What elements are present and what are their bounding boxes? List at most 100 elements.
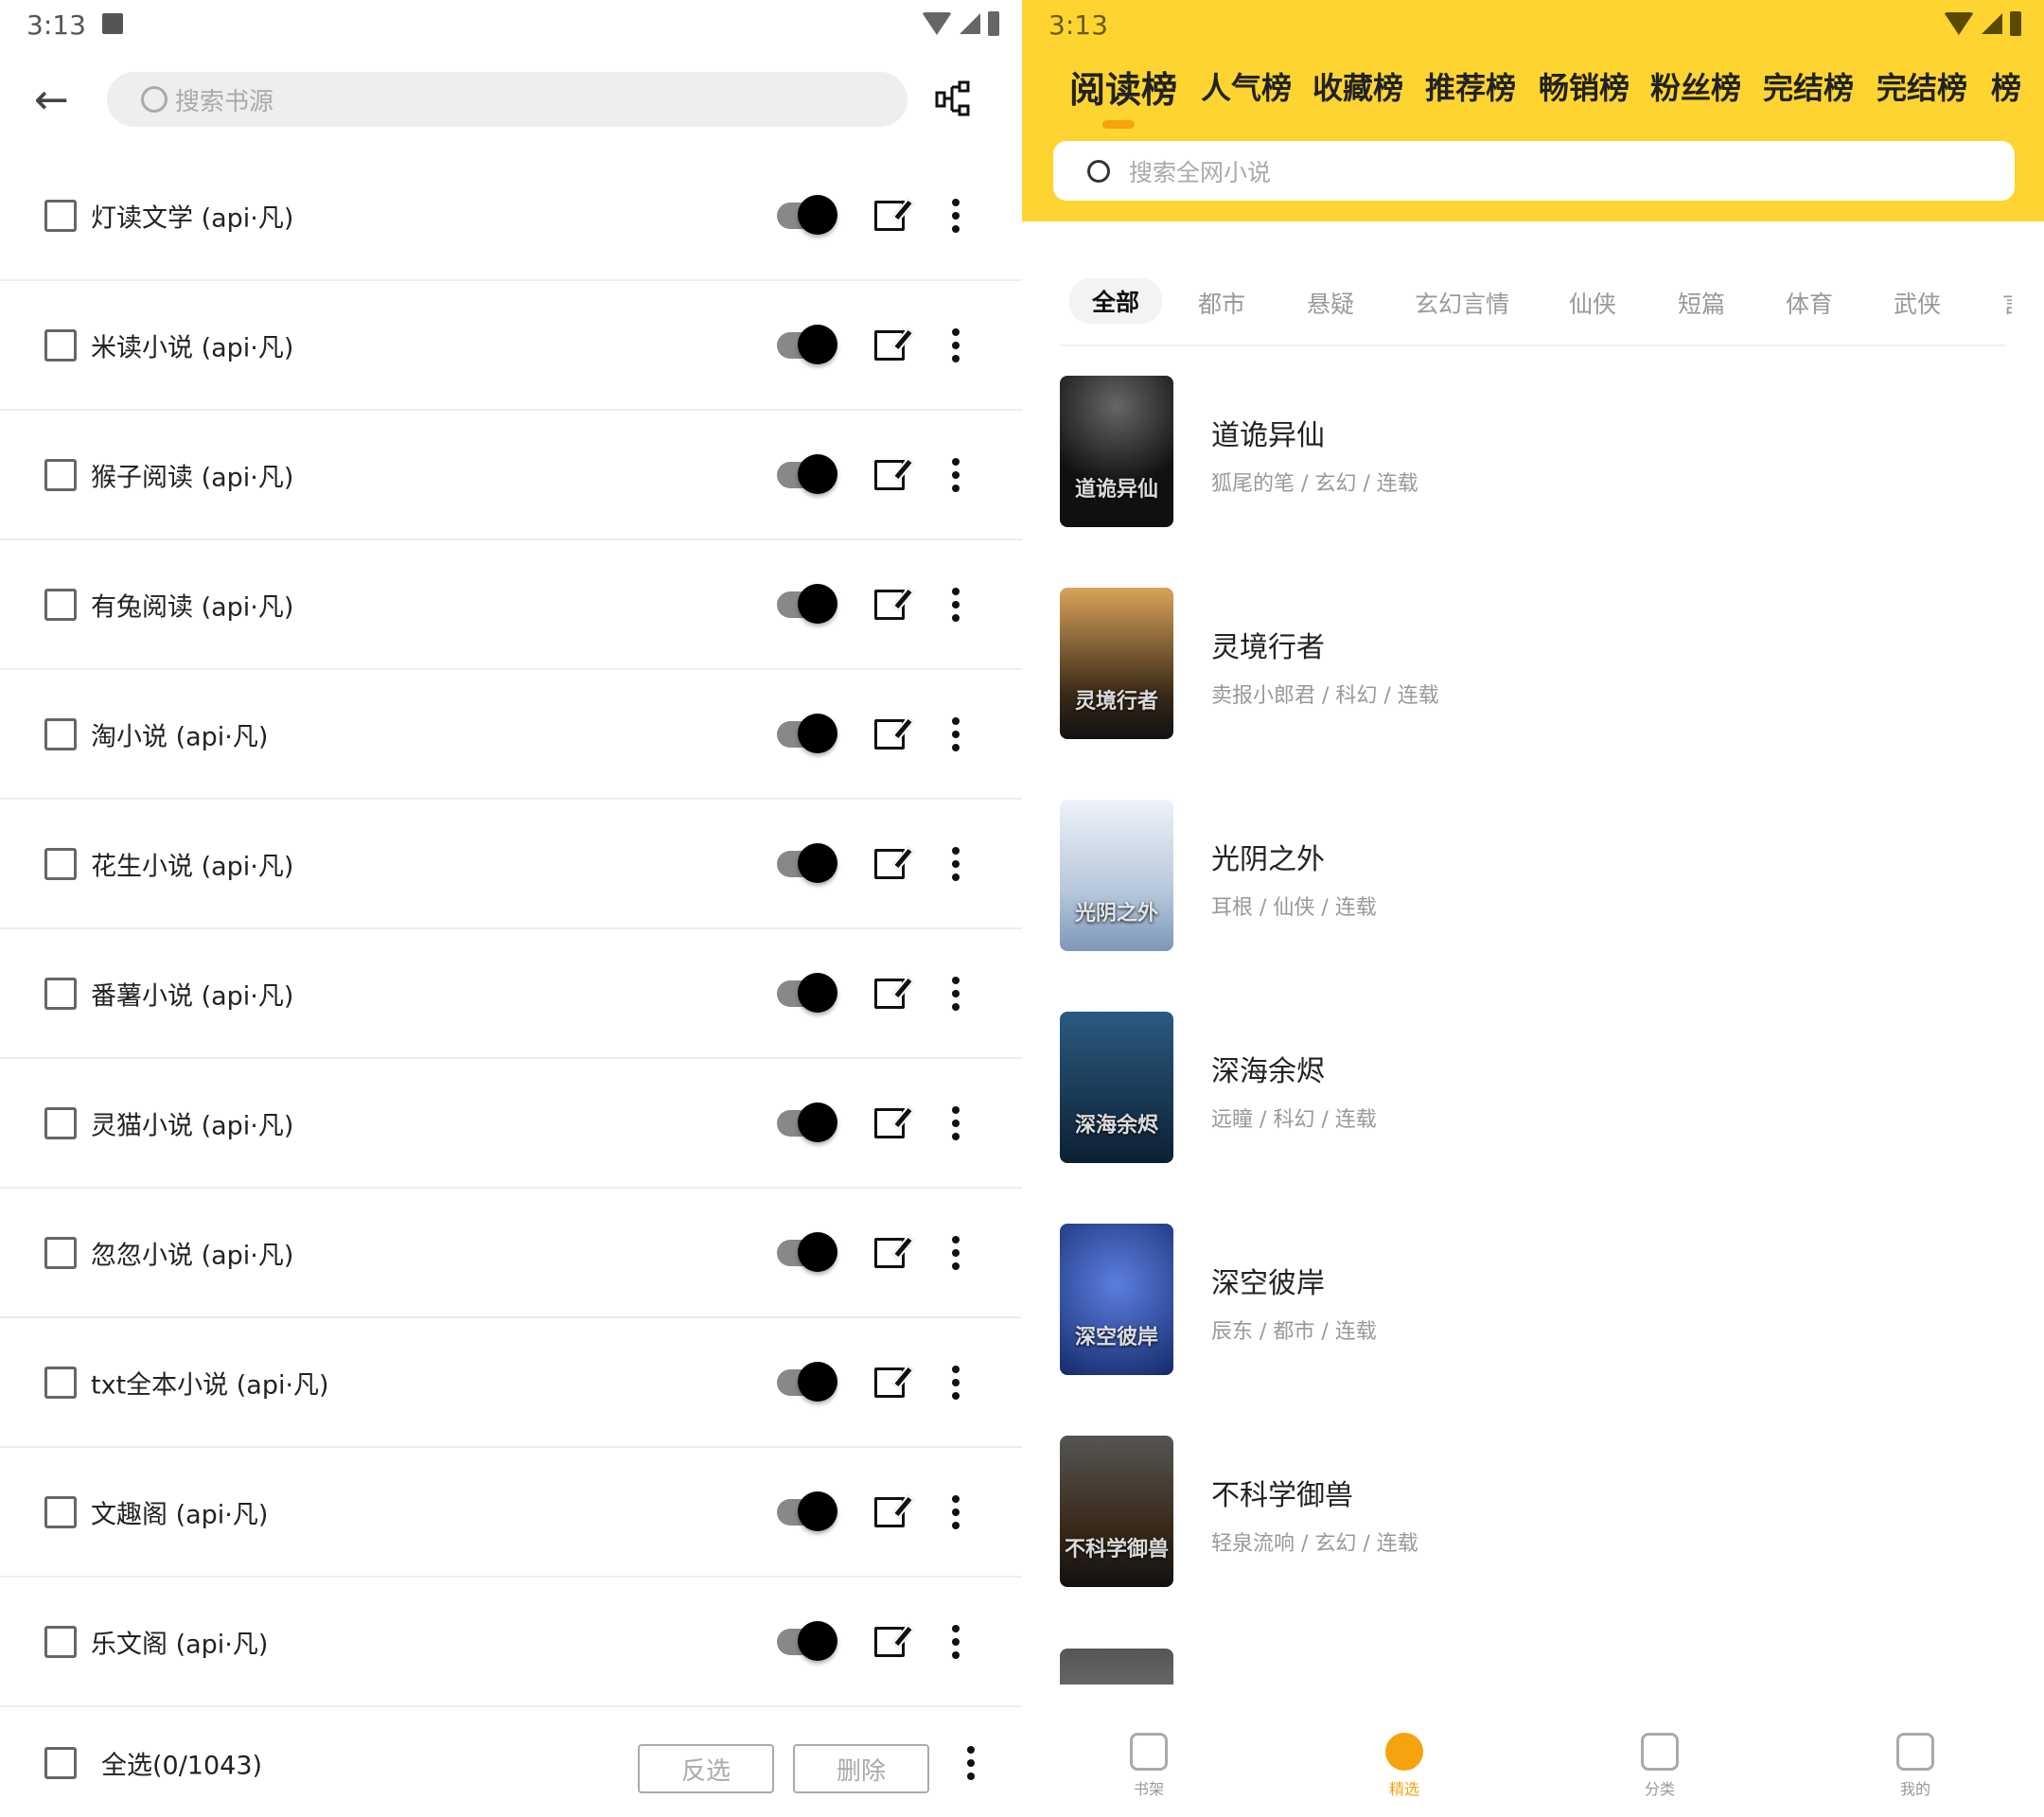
nav-item[interactable]: 我的 [1868,1733,1963,1799]
source-checkbox[interactable] [44,328,77,362]
edit-icon[interactable] [874,1496,905,1527]
category-tab[interactable]: 言 [2002,286,2012,320]
rank-tab[interactable]: 完结榜 [1877,64,1967,108]
edit-icon[interactable] [874,1237,905,1268]
category-tab[interactable]: 玄幻言情 [1415,286,1509,320]
delete-button[interactable]: 删除 [793,1744,929,1793]
source-checkbox[interactable] [44,1366,77,1399]
category-tab[interactable]: 都市 [1198,286,1245,320]
source-search-input[interactable]: 搜索书源 [107,72,907,127]
source-row[interactable]: 猴子阅读 (api·凡) [0,411,1022,540]
category-tab[interactable]: 全部 [1069,278,1163,324]
bookstore: 3:13 阅读榜 人气榜 收藏榜 推荐榜 畅销榜 粉丝榜 完结榜 完结榜榜 搜索全网小说 全部… [1022,0,2044,1817]
book-item[interactable]: 深海余烬 深海余烬 远瞳 / 科幻 / 连载 [1060,1012,2006,1163]
edit-icon[interactable] [874,1107,905,1138]
more-icon[interactable] [952,976,960,1011]
source-checkbox[interactable] [44,588,77,621]
group-tree-icon[interactable] [935,79,973,117]
source-enable-toggle[interactable] [777,1231,837,1272]
source-enable-toggle[interactable] [777,453,837,494]
source-row[interactable]: 淘小说 (api·凡) [0,670,1022,800]
rank-tab[interactable]: 榜 [1991,64,2021,108]
rank-tab[interactable]: 收藏榜 [1313,64,1403,108]
category-tab[interactable]: 武侠 [1894,286,1941,320]
book-item[interactable]: 光阴之外 光阴之外 耳根 / 仙侠 / 连载 [1060,800,2006,951]
source-row[interactable]: 花生小说 (api·凡) [0,800,1022,929]
bookshelf-icon [1130,1733,1168,1771]
source-enable-toggle[interactable] [777,194,837,235]
more-icon[interactable] [967,1745,975,1780]
category-tab[interactable]: 仙侠 [1569,286,1616,320]
more-icon[interactable] [952,587,960,622]
source-row[interactable]: 有兔阅读 (api·凡) [0,540,1022,670]
source-checkbox[interactable] [44,458,77,491]
source-enable-toggle[interactable] [777,324,837,364]
source-enable-toggle[interactable] [777,1491,837,1531]
book-item-partial[interactable] [1060,1649,2006,1685]
source-row[interactable]: txt全本小说 (api·凡) [0,1318,1022,1448]
rank-tab[interactable]: 推荐榜 [1425,64,1516,108]
edit-icon[interactable] [874,848,905,879]
source-enable-toggle[interactable] [777,583,837,624]
source-checkbox[interactable] [44,199,77,232]
source-row[interactable]: 米读小说 (api·凡) [0,281,1022,411]
book-item[interactable]: 深空彼岸 深空彼岸 辰东 / 都市 / 连载 [1060,1224,2006,1375]
more-icon[interactable] [952,1494,960,1529]
more-icon[interactable] [952,1365,960,1400]
source-checkbox[interactable] [44,1106,77,1139]
source-row[interactable]: 灯读文学 (api·凡) [0,151,1022,281]
source-checkbox[interactable] [44,1236,77,1269]
more-icon[interactable] [952,457,960,492]
invert-selection-button[interactable]: 反选 [638,1744,774,1793]
category-tab[interactable]: 短篇 [1678,286,1725,320]
nav-item[interactable]: 分类 [1612,1733,1707,1799]
source-row[interactable]: 忽忽小说 (api·凡) [0,1189,1022,1318]
nav-item[interactable]: 精选 [1357,1733,1452,1799]
select-all-checkbox[interactable] [44,1746,77,1779]
source-checkbox[interactable] [44,717,77,750]
source-row[interactable]: 乐文阁 (api·凡) [0,1578,1022,1707]
source-enable-toggle[interactable] [777,1620,837,1661]
more-icon[interactable] [952,198,960,233]
edit-icon[interactable] [874,1367,905,1398]
source-row[interactable]: 番薯小说 (api·凡) [0,929,1022,1059]
category-tab[interactable]: 悬疑 [1307,286,1354,320]
source-checkbox[interactable] [44,1495,77,1528]
source-enable-toggle[interactable] [777,713,837,753]
rank-tab[interactable]: 阅读榜 [1069,61,1177,113]
source-checkbox[interactable] [44,847,77,880]
more-icon[interactable] [952,1624,960,1659]
source-enable-toggle[interactable] [777,1361,837,1402]
more-icon[interactable] [952,327,960,362]
source-checkbox[interactable] [44,977,77,1010]
source-enable-toggle[interactable] [777,972,837,1013]
book-cover: 灵境行者 [1060,588,1173,739]
source-row[interactable]: 灵猫小说 (api·凡) [0,1059,1022,1189]
back-arrow-icon[interactable]: ← [34,79,69,121]
rank-tab[interactable]: 畅销榜 [1539,64,1630,108]
more-icon[interactable] [952,1235,960,1270]
source-row[interactable]: 文趣阁 (api·凡) [0,1448,1022,1578]
more-icon[interactable] [952,1105,960,1140]
book-item[interactable]: 道诡异仙 道诡异仙 狐尾的笔 / 玄幻 / 连载 [1060,376,2006,527]
more-icon[interactable] [952,846,960,881]
rank-tab[interactable]: 粉丝榜 [1650,64,1741,108]
source-enable-toggle[interactable] [777,842,837,883]
edit-icon[interactable] [874,200,905,231]
novel-search-input[interactable]: 搜索全网小说 [1053,141,2015,201]
more-icon[interactable] [952,716,960,751]
nav-item[interactable]: 书架 [1101,1733,1196,1799]
edit-icon[interactable] [874,589,905,620]
edit-icon[interactable] [874,1626,905,1657]
rank-tab[interactable]: 完结榜 [1763,64,1854,108]
book-item[interactable]: 不科学御兽 不科学御兽 轻泉流响 / 玄幻 / 连载 [1060,1436,2006,1587]
edit-icon[interactable] [874,329,905,361]
edit-icon[interactable] [874,718,905,750]
book-item[interactable]: 灵境行者 灵境行者 卖报小郎君 / 科幻 / 连载 [1060,588,2006,739]
edit-icon[interactable] [874,978,905,1009]
source-enable-toggle[interactable] [777,1102,837,1142]
rank-tab[interactable]: 人气榜 [1201,64,1292,108]
category-tab[interactable]: 体育 [1786,286,1833,320]
edit-icon[interactable] [874,459,905,490]
source-checkbox[interactable] [44,1625,77,1658]
